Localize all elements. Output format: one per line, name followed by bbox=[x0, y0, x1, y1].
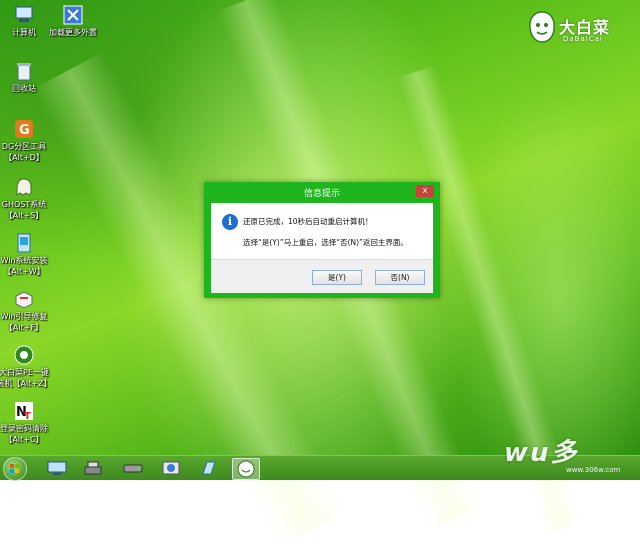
desktop-icon-win-install[interactable]: Win系统安装 【Alt+W】 bbox=[0, 232, 52, 276]
close-button[interactable]: x bbox=[416, 185, 434, 197]
svg-text:T: T bbox=[24, 411, 31, 421]
dialog-message: 还原已完成，10秒后自动重启计算机！ bbox=[243, 217, 373, 226]
brand-name-en: DaBaiCai bbox=[563, 35, 603, 43]
drive-icon bbox=[123, 464, 143, 473]
dabaicai-app-icon bbox=[237, 460, 255, 478]
desktop-icon-boot-repair[interactable]: Win引导修复 【Alt+F】 bbox=[0, 288, 52, 332]
win-install-icon bbox=[13, 232, 35, 254]
load-more-icon bbox=[62, 4, 84, 26]
recycle-bin-icon bbox=[13, 60, 35, 82]
ghost-icon bbox=[13, 176, 35, 198]
notepad-icon bbox=[202, 461, 216, 475]
yes-button[interactable]: 是(Y) bbox=[312, 270, 362, 285]
watermark-url: www.306w.com bbox=[566, 466, 621, 474]
desktop-icon-recycle-bin[interactable]: 回收站 bbox=[0, 60, 52, 93]
info-dialog: 信息提示 x i 还原已完成，10秒后自动重启计算机！ 选择“是(Y)”马上重启… bbox=[204, 182, 440, 298]
close-icon: x bbox=[422, 186, 428, 196]
dabaicai-install-icon bbox=[13, 344, 35, 366]
tools-icon bbox=[84, 461, 102, 475]
boot-repair-icon bbox=[13, 288, 35, 310]
cabbage-logo-icon bbox=[527, 10, 557, 44]
watermark: wu多 www.306w.com bbox=[496, 432, 636, 478]
windows-logo-icon bbox=[10, 464, 19, 473]
taskbar-notepad[interactable] bbox=[196, 458, 222, 478]
dialog-instruction: 选择“是(Y)”马上重启，选择“否(N)”返回主界面。 bbox=[243, 238, 408, 247]
taskbar-tools[interactable] bbox=[80, 458, 106, 478]
watermark-logo: wu多 bbox=[504, 438, 579, 468]
desktop-icon-dg-partition[interactable]: G DG分区工具 【Alt+D】 bbox=[0, 118, 52, 162]
network-icon bbox=[162, 461, 180, 475]
taskbar-dabaicai-app[interactable] bbox=[232, 458, 260, 480]
desktop-icon-password-clear[interactable]: NT 登录密码清除 【Alt+C】 bbox=[0, 400, 52, 444]
dialog-titlebar[interactable]: 信息提示 x bbox=[204, 182, 440, 203]
svg-text:G: G bbox=[19, 123, 30, 138]
taskbar-desktop[interactable] bbox=[44, 458, 70, 478]
desktop-icon-ghost[interactable]: GHOST系统 【Alt+S】 bbox=[0, 176, 52, 220]
desktop-icon-dabaicai-install[interactable]: 大白菜PE一键 装机【Alt+Z】 bbox=[0, 344, 52, 388]
dialog-content: i 还原已完成，10秒后自动重启计算机！ 选择“是(Y)”马上重启，选择“否(N… bbox=[211, 203, 433, 259]
info-icon: i bbox=[222, 214, 238, 230]
computer-icon bbox=[13, 4, 35, 26]
start-button[interactable] bbox=[3, 457, 27, 481]
no-button[interactable]: 否(N) bbox=[375, 270, 425, 285]
desktop-icon-load-more[interactable]: 加载更多外置 bbox=[45, 4, 101, 37]
diskgenius-icon: G bbox=[13, 118, 35, 140]
brand-logo: 大白菜 DaBaiCai bbox=[527, 8, 627, 48]
password-clear-icon: NT bbox=[13, 400, 35, 422]
dialog-title: 信息提示 bbox=[303, 189, 340, 199]
desktop-icon bbox=[47, 461, 67, 475]
dialog-footer: 是(Y) 否(N) bbox=[211, 259, 433, 293]
taskbar-network[interactable] bbox=[158, 458, 184, 478]
taskbar-drive[interactable] bbox=[120, 458, 146, 478]
